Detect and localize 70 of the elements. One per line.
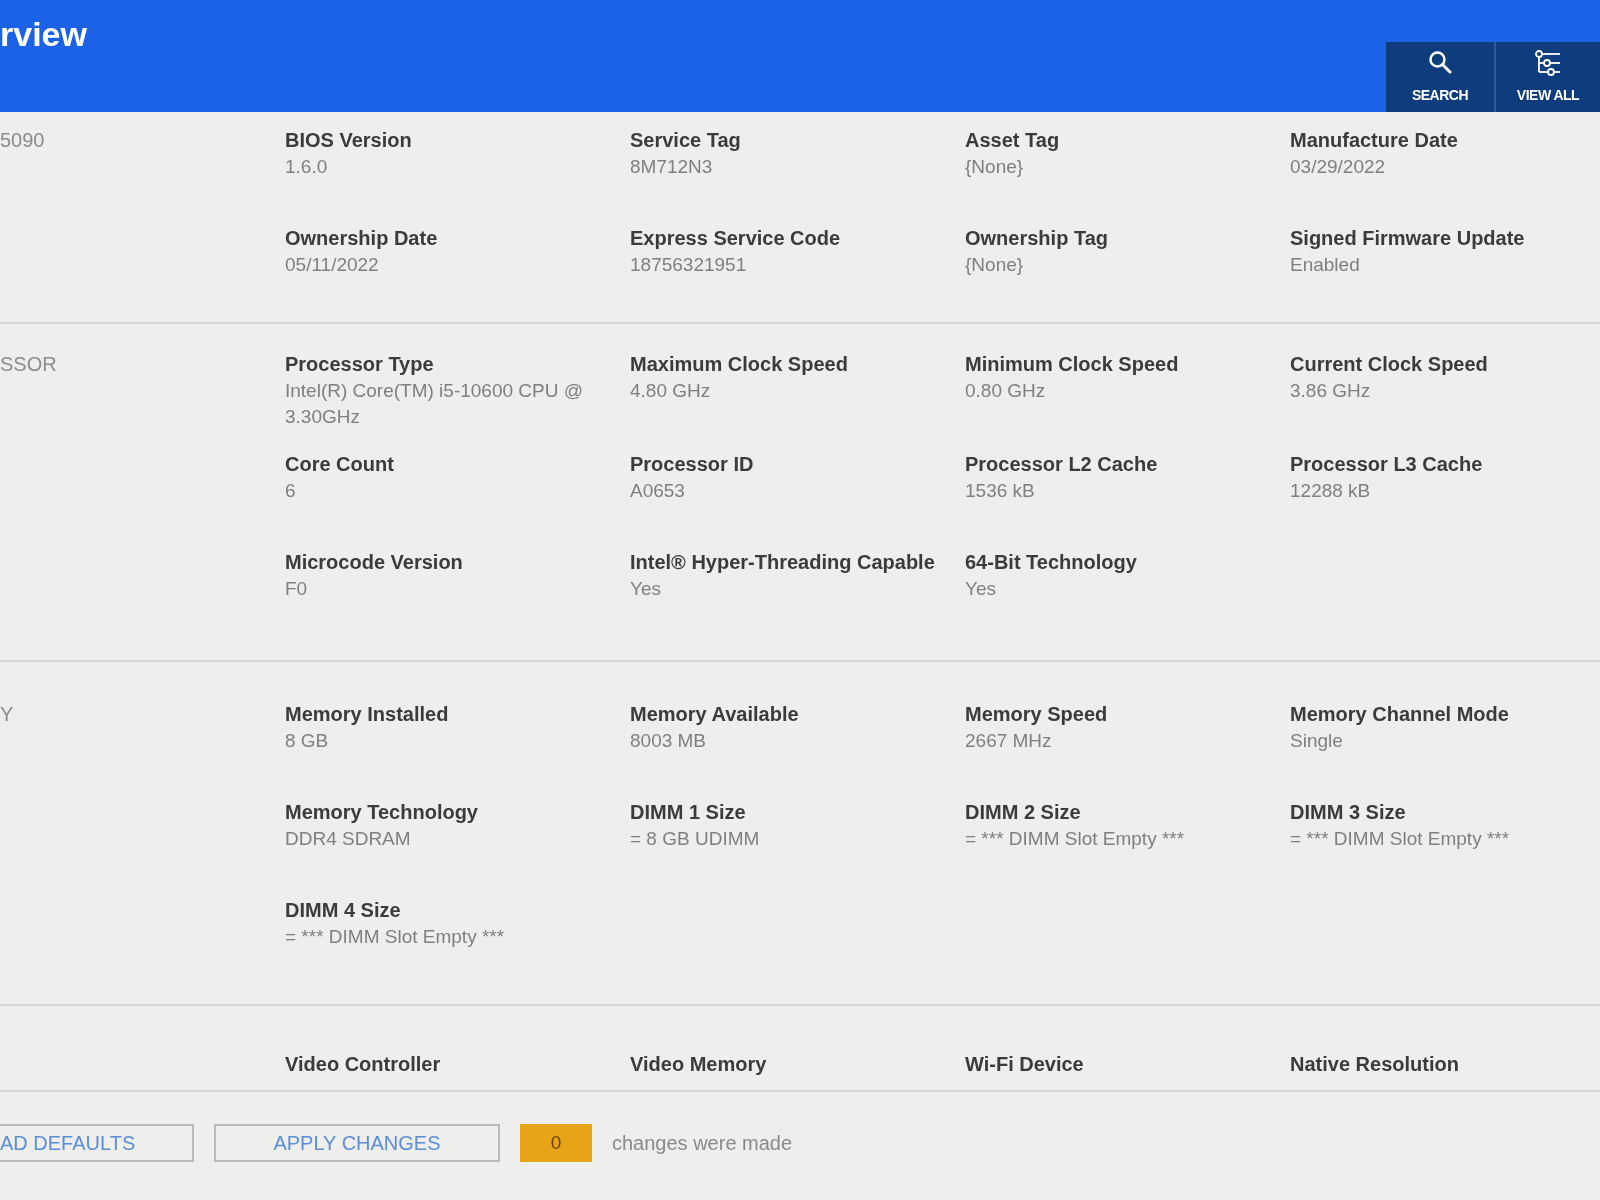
page-title: rview — [0, 14, 87, 54]
field-value: 8003 MB — [630, 729, 707, 753]
field-label: DIMM 3 Size — [1290, 800, 1406, 824]
field-value: 0.80 GHz — [965, 379, 1046, 403]
field-value: Yes — [965, 577, 996, 601]
section-heading: 5090 — [0, 128, 46, 152]
status-text: changes were made — [612, 1131, 793, 1155]
field-value: 18756321951 — [630, 253, 747, 277]
field-label: DIMM 1 Size — [630, 800, 746, 824]
field-value: 12288 kB — [1290, 479, 1371, 503]
search-button[interactable]: SEARCH — [1386, 42, 1494, 112]
field-label: DIMM 4 Size — [285, 898, 401, 922]
section-heading: Y — [0, 702, 15, 726]
field-label: Video Controller — [285, 1052, 441, 1076]
field-value: = *** DIMM Slot Empty *** — [1290, 827, 1510, 851]
field-label: Processor ID — [630, 452, 754, 476]
field-value: 3.86 GHz — [1290, 379, 1371, 403]
field-label: Video Memory — [630, 1052, 767, 1076]
field-label: Ownership Tag — [965, 226, 1108, 250]
field-label: Memory Technology — [285, 800, 478, 824]
field-label: 64-Bit Technology — [965, 550, 1137, 574]
view-all-button[interactable]: VIEW ALL — [1494, 42, 1600, 112]
field-label: Memory Installed — [285, 702, 449, 726]
field-value: Intel(R) Core(TM) i5-10600 CPU @ 3.30GHz — [285, 379, 585, 429]
field-value: {None} — [965, 253, 1024, 277]
field-label: Memory Available — [630, 702, 799, 726]
field-label: Manufacture Date — [1290, 128, 1458, 152]
field-value: {None} — [965, 155, 1024, 179]
field-label: Microcode Version — [285, 550, 463, 574]
field-value: A0653 — [630, 479, 685, 503]
field-value: Single — [1290, 729, 1343, 753]
field-value: DDR4 SDRAM — [285, 827, 411, 851]
field-label: Core Count — [285, 452, 394, 476]
field-label: Minimum Clock Speed — [965, 352, 1179, 376]
field-value: Yes — [630, 577, 661, 601]
change-count-badge: 0 — [520, 1124, 592, 1162]
field-value: 1536 kB — [965, 479, 1035, 503]
field-value: Enabled — [1290, 253, 1360, 277]
field-label: Processor Type — [285, 352, 434, 376]
tree-list-icon — [1535, 50, 1561, 76]
field-value: 8M712N3 — [630, 155, 713, 179]
field-label: Memory Speed — [965, 702, 1108, 726]
field-value: F0 — [285, 577, 308, 601]
field-label: Asset Tag — [965, 128, 1060, 152]
search-icon — [1428, 50, 1452, 74]
field-label: BIOS Version — [285, 128, 412, 152]
field-label: Maximum Clock Speed — [630, 352, 848, 376]
field-value: 4.80 GHz — [630, 379, 711, 403]
field-label: Current Clock Speed — [1290, 352, 1488, 376]
field-value: 2667 MHz — [965, 729, 1052, 753]
field-value: 6 — [285, 479, 296, 503]
field-label: DIMM 2 Size — [965, 800, 1081, 824]
field-value: = *** DIMM Slot Empty *** — [965, 827, 1185, 851]
field-label: Intel® Hyper-Threading Capable — [630, 550, 935, 574]
field-value: 8 GB — [285, 729, 329, 753]
field-value: 1.6.0 — [285, 155, 328, 179]
field-label: Processor L2 Cache — [965, 452, 1158, 476]
field-label: Wi-Fi Device — [965, 1052, 1084, 1076]
section-heading: SSOR — [0, 352, 58, 376]
field-label: Processor L3 Cache — [1290, 452, 1483, 476]
field-label: Signed Firmware Update — [1290, 226, 1525, 250]
field-value: = *** DIMM Slot Empty *** — [285, 925, 505, 949]
field-label: Express Service Code — [630, 226, 841, 250]
field-label: Service Tag — [630, 128, 741, 152]
field-value: 03/29/2022 — [1290, 155, 1386, 179]
field-label: Ownership Date — [285, 226, 438, 250]
field-label: Memory Channel Mode — [1290, 702, 1509, 726]
field-value: = 8 GB UDIMM — [630, 827, 760, 851]
field-label: Native Resolution — [1290, 1052, 1459, 1076]
field-value: 05/11/2022 — [285, 253, 379, 277]
